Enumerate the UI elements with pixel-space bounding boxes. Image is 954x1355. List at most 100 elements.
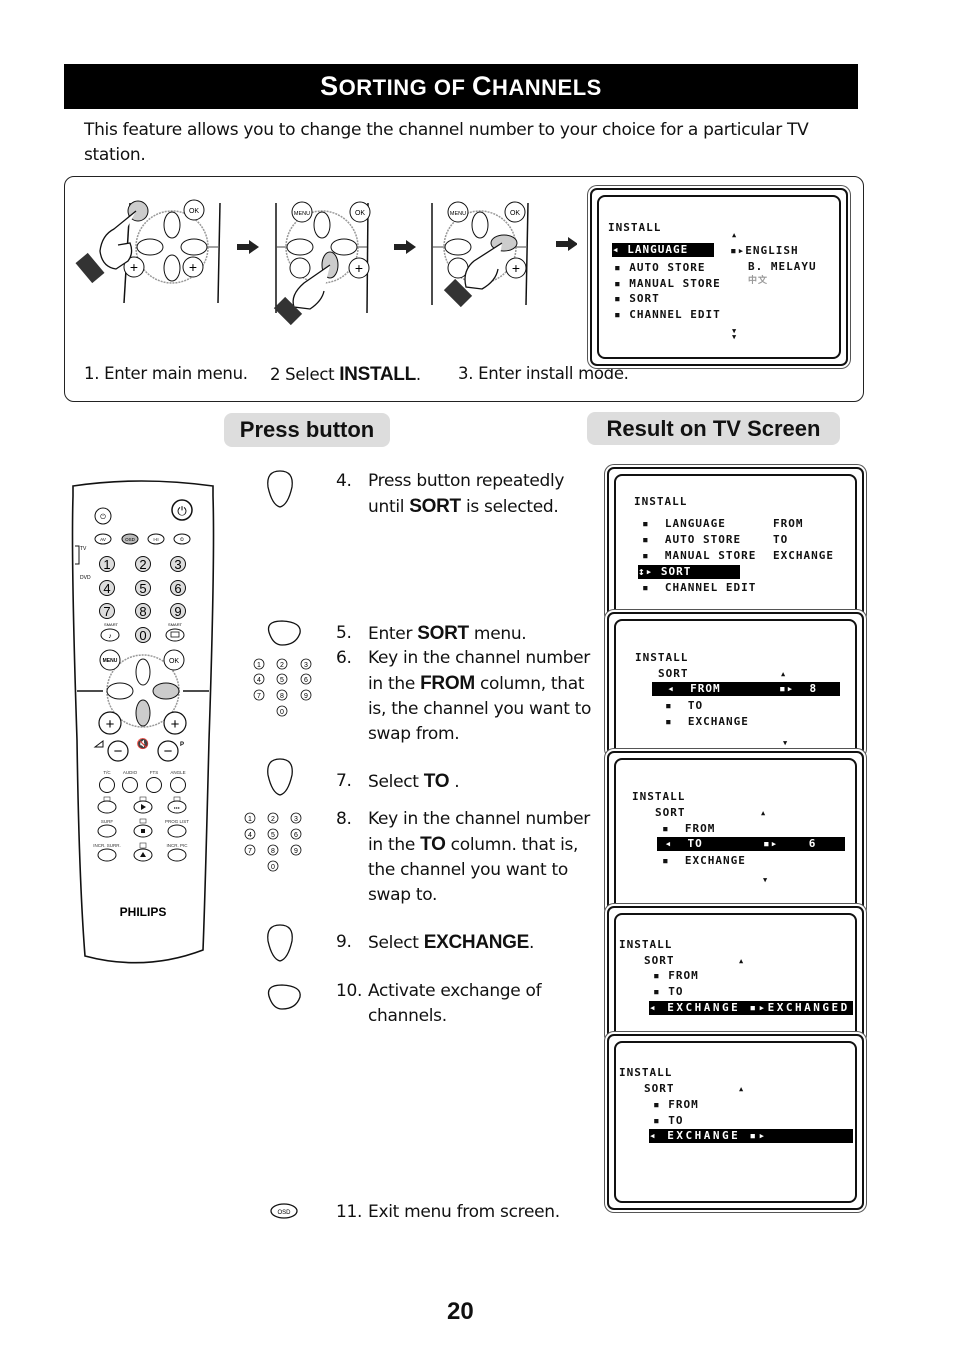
svg-text:+: + xyxy=(189,259,197,275)
osd-menu-list: ▪ LANGUAGE ▪ AUTO STORE ▪ MANUAL STORE xyxy=(642,517,757,562)
down-button-icon xyxy=(267,924,293,962)
svg-text:SURF: SURF xyxy=(101,819,114,824)
svg-text:T/C: T/C xyxy=(103,770,111,775)
osd-selected-item: ◂ EXCHANGE ▪▸ xyxy=(649,1129,853,1143)
up-arrow-icon: ▲ xyxy=(781,670,787,678)
svg-text:+: + xyxy=(106,716,115,733)
instruction-8: 8. Key in the channel number in the TO c… xyxy=(336,809,590,905)
osd-menu-list: ▪ AUTO STORE ▪ MANUAL STORE ▪ SORT ▪ CHA… xyxy=(614,261,721,321)
svg-text:1: 1 xyxy=(248,816,252,823)
osd-selected-item: ◂ FROM ▪▸ 8 xyxy=(652,682,840,696)
svg-text:I-II: I-II xyxy=(153,537,158,542)
down-button-icon xyxy=(267,758,293,796)
svg-text:6: 6 xyxy=(304,677,308,684)
svg-text:⏲: ⏲ xyxy=(180,537,184,543)
step2-illustration: MENU OK + xyxy=(273,201,371,326)
osd-menu-item: ▪ EXCHANGE xyxy=(662,854,746,867)
svg-text:MENU: MENU xyxy=(450,211,466,217)
svg-text:OK: OK xyxy=(169,658,179,665)
svg-text:FTS: FTS xyxy=(150,770,159,775)
osd-menu-list: ▪ FROM ▪ TO xyxy=(653,1098,699,1127)
tv-screen-install-menu: INSTALL ◂ LANGUAGE ▪ AUTO STORE ▪ MANUAL… xyxy=(590,188,848,366)
svg-text:7: 7 xyxy=(257,693,261,700)
down-arrow-icon: ▼ xyxy=(763,876,769,884)
press-button-header: Press button xyxy=(224,413,390,447)
svg-text:OSD: OSD xyxy=(125,537,136,542)
svg-text:AUDIO: AUDIO xyxy=(123,770,138,775)
svg-text:1: 1 xyxy=(103,557,110,572)
svg-text:6: 6 xyxy=(174,581,181,596)
svg-text:9: 9 xyxy=(294,848,298,855)
svg-text:3: 3 xyxy=(294,816,298,823)
button-icons-column: 1 2 3 4 5 6 7 8 9 0 1 2 3 4 5 6 7 8 9 0 … xyxy=(244,470,312,1219)
arrow-icon xyxy=(556,237,577,251)
svg-text:2: 2 xyxy=(271,816,275,823)
svg-text:SMART: SMART xyxy=(168,622,182,627)
arrow-icon xyxy=(237,240,259,254)
svg-text:9: 9 xyxy=(304,693,308,700)
svg-text:+: + xyxy=(512,260,520,276)
svg-text:2: 2 xyxy=(139,557,146,572)
instruction-10: 10. Activate exchange of channels. xyxy=(336,981,542,1026)
svg-text:5: 5 xyxy=(271,832,275,839)
svg-text:PROG LIST: PROG LIST xyxy=(165,819,189,824)
digit-keys-icon: 1 2 3 4 5 6 7 8 9 0 xyxy=(253,658,312,717)
svg-text:AV: AV xyxy=(100,537,106,542)
instruction-7: 7. Select TO . xyxy=(336,771,460,792)
instruction-4: 4. Press button repeatedly until SORT is… xyxy=(336,471,565,517)
title-part-1: ORTING OF xyxy=(338,75,472,100)
result-header: Result on TV Screen xyxy=(587,412,840,445)
svg-text:INCR. SURR.: INCR. SURR. xyxy=(93,843,121,848)
title-initial-2: C xyxy=(472,71,492,101)
svg-text:4: 4 xyxy=(257,677,261,684)
tv-screen-exchanged: INSTALL SORT ▲ ▪ FROM ▪ TO ◂ EXCHANGE ▪▸… xyxy=(607,906,864,1044)
osd-option-chinese: 中文 xyxy=(748,276,769,286)
svg-text:⏻: ⏻ xyxy=(177,504,187,518)
svg-text:OK: OK xyxy=(510,210,520,217)
svg-text:−: − xyxy=(164,743,173,760)
osd-menu-item: ▪ CHANNEL EDIT xyxy=(642,581,757,594)
step-1-caption: 1. Enter main menu. xyxy=(84,364,248,383)
osd-sort-options: FROM TO EXCHANGE xyxy=(773,517,834,562)
svg-text:OK: OK xyxy=(189,208,199,215)
step1-illustration: OK + + xyxy=(75,199,221,304)
svg-text:+: + xyxy=(355,260,363,276)
svg-text:▸▸▸: ▸▸▸ xyxy=(174,805,180,810)
instruction-5: 5. Enter SORT menu. xyxy=(336,623,527,644)
svg-text:8: 8 xyxy=(271,848,275,855)
down-arrow-icon: ▼ xyxy=(783,739,789,747)
up-arrow-icon: ▲ xyxy=(739,1085,745,1093)
arrow-icon xyxy=(394,240,416,254)
osd-selected-item: ↕▸ SORT xyxy=(638,565,740,579)
down-button-icon xyxy=(267,470,293,508)
svg-text:3: 3 xyxy=(304,662,308,669)
svg-text:0: 0 xyxy=(139,628,146,643)
svg-text:0: 0 xyxy=(271,864,275,871)
svg-text:MENU: MENU xyxy=(294,211,310,217)
svg-text:DVD: DVD xyxy=(80,575,91,581)
svg-text:TV: TV xyxy=(80,546,87,552)
svg-text:9: 9 xyxy=(174,604,181,619)
svg-text:2: 2 xyxy=(280,662,284,669)
intro-text: This feature allows you to change the ch… xyxy=(84,120,809,165)
osd-option-melayu: B. MELAYU xyxy=(748,260,817,273)
osd-selected-item: ◂ EXCHANGE ▪▸EXCHANGED xyxy=(649,1001,853,1015)
osd-menu-list: ▪ FROM ▪ TO xyxy=(653,969,699,998)
osd-menu-list: ▪ TO ▪ EXCHANGE xyxy=(665,699,749,728)
svg-text:4: 4 xyxy=(103,581,110,596)
svg-text:OSD: OSD xyxy=(277,1210,291,1216)
step-3-caption: 3. Enter install mode. xyxy=(458,364,629,383)
osd-header: INSTALL xyxy=(608,221,662,234)
osd-selected-item: ◂ LANGUAGE xyxy=(612,243,714,257)
svg-text:SMART: SMART xyxy=(104,622,118,627)
down-arrow-icon: ▼ ▼ xyxy=(732,327,738,341)
svg-text:8: 8 xyxy=(139,604,146,619)
svg-text:−: − xyxy=(114,743,123,760)
tv-screen-exchange-final: INSTALL SORT ▲ ▪ FROM ▪ TO ◂ EXCHANGE ▪▸ xyxy=(607,1034,864,1210)
tv-screen-sort-from: INSTALL SORT ▲ ◂ FROM ▪▸ 8 ▪ TO ▪ EXCHANG… xyxy=(607,612,864,758)
up-arrow-icon: ▲ xyxy=(732,231,738,239)
digit-keys-icon: 1 2 3 4 5 6 7 8 9 0 xyxy=(244,812,302,872)
step-2-caption: 2 Select INSTALL. xyxy=(270,364,421,385)
svg-text:♪: ♪ xyxy=(108,633,112,640)
page-title: SORTING OF CHANNELS xyxy=(64,64,858,109)
